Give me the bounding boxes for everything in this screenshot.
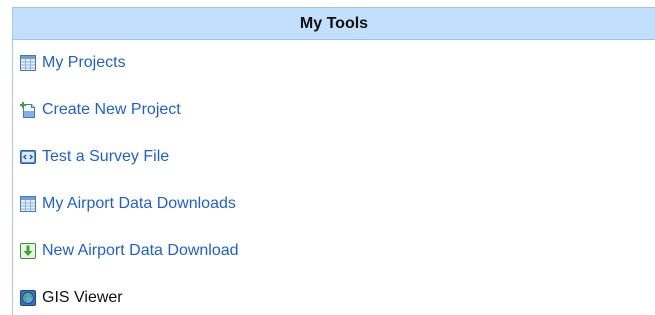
tool-new-airport-data-download[interactable]: New Airport Data Download <box>20 240 239 262</box>
tool-create-new-project[interactable]: Create New Project <box>20 99 181 121</box>
code-file-icon <box>20 149 36 165</box>
tool-my-projects[interactable]: My Projects <box>20 52 126 74</box>
tool-label[interactable]: New Airport Data Download <box>42 242 239 260</box>
grid-table-icon <box>20 196 36 212</box>
grid-table-icon <box>20 55 36 71</box>
download-arrow-icon <box>20 243 36 259</box>
tool-test-survey-file[interactable]: Test a Survey File <box>20 146 169 168</box>
tool-label[interactable]: My Projects <box>42 54 126 72</box>
tool-my-airport-data-downloads[interactable]: My Airport Data Downloads <box>20 193 236 215</box>
new-document-icon <box>20 102 36 118</box>
tool-label[interactable]: My Airport Data Downloads <box>42 195 236 213</box>
globe-icon <box>20 290 36 306</box>
panel-title: My Tools <box>13 7 655 40</box>
tool-gis-viewer[interactable]: GIS Viewer <box>20 287 123 309</box>
tool-label[interactable]: Test a Survey File <box>42 148 169 166</box>
my-tools-panel: My Tools My Projects Create New Project … <box>12 7 655 315</box>
tool-label[interactable]: Create New Project <box>42 101 181 119</box>
tool-label[interactable]: GIS Viewer <box>42 289 123 307</box>
